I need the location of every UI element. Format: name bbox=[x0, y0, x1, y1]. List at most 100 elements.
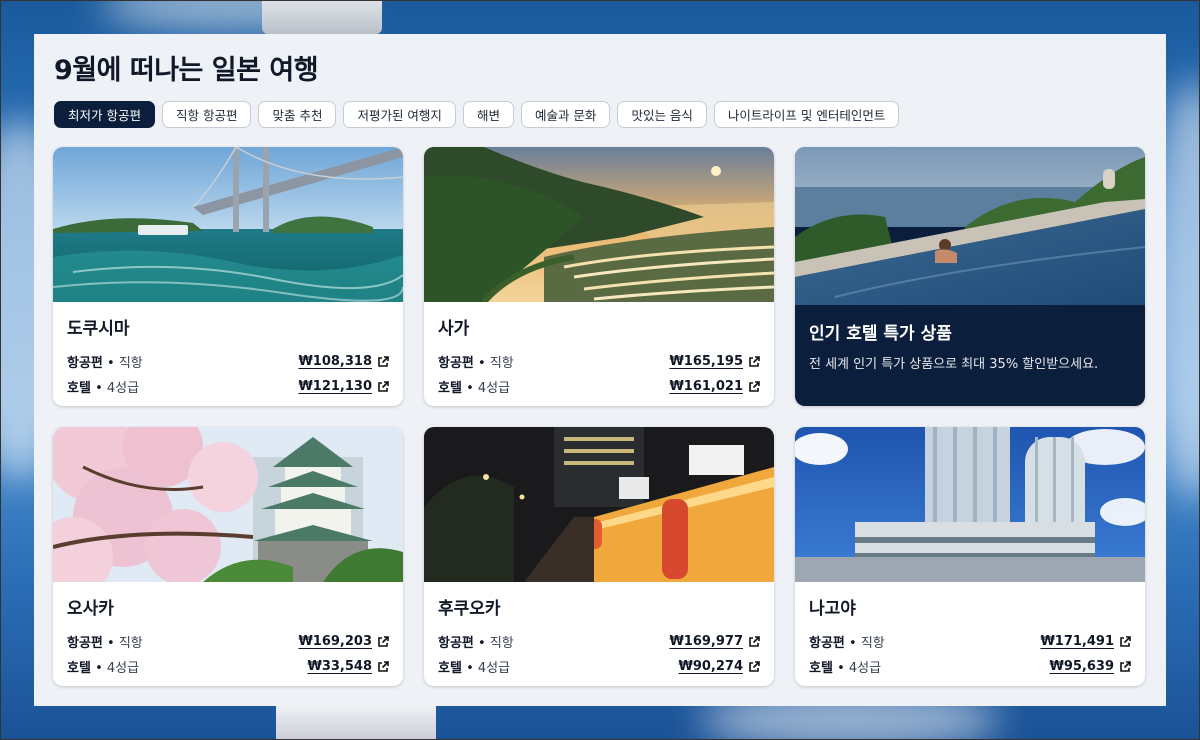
flight-label: 항공편 bbox=[67, 636, 103, 651]
flight-price-link[interactable]: ₩108,318 bbox=[298, 354, 389, 369]
chip-cheapest-flights[interactable]: 최저가 항공편 bbox=[54, 101, 155, 128]
external-link-icon bbox=[378, 380, 389, 392]
nagoya-image bbox=[795, 427, 1145, 582]
hotel-rating: 4성급 bbox=[848, 661, 882, 676]
chip-art-culture[interactable]: 예술과 문화 bbox=[520, 101, 611, 128]
infinity-pool-image bbox=[795, 147, 1145, 305]
external-link-icon bbox=[749, 635, 760, 647]
page-title: 9월에 떠나는 일본 여행 bbox=[54, 55, 319, 86]
external-link-icon bbox=[749, 660, 760, 672]
promo-card-hotel-deals[interactable]: 인기 호텔 특가 상품 전 세계 인기 특가 상품으로 최대 35% 할인받으세… bbox=[795, 147, 1145, 406]
travel-panel: 9월에 떠나는 일본 여행 최저가 항공편 직항 항공편 맞춤 추천 저평가된 … bbox=[34, 34, 1166, 706]
background-object-top bbox=[262, 0, 382, 34]
hotel-price: ₩161,021 bbox=[669, 379, 743, 394]
fukuoka-image bbox=[424, 427, 774, 582]
separator: • bbox=[849, 636, 861, 651]
chip-underrated[interactable]: 저평가된 여행지 bbox=[343, 101, 456, 128]
hotel-rating: 4성급 bbox=[477, 381, 511, 396]
category-chips: 최저가 항공편 직항 항공편 맞춤 추천 저평가된 여행지 해변 예술과 문화 … bbox=[54, 101, 900, 128]
promo-title: 인기 호텔 특가 상품 bbox=[809, 324, 952, 344]
hotel-price-link[interactable]: ₩161,021 bbox=[669, 379, 760, 394]
hotel-price: ₩90,274 bbox=[678, 659, 743, 674]
external-link-icon bbox=[378, 660, 389, 672]
separator: • bbox=[107, 636, 119, 651]
external-link-icon bbox=[1120, 660, 1131, 672]
separator: • bbox=[107, 356, 119, 371]
separator: • bbox=[478, 636, 490, 651]
hotel-price-link[interactable]: ₩33,548 bbox=[307, 659, 389, 674]
hotel-price: ₩33,548 bbox=[307, 659, 372, 674]
destination-card-osaka[interactable]: 오사카 항공편 • 직항 ₩169,203 호텔 • 4성급 ₩33,548 bbox=[53, 427, 403, 686]
hotel-row: 호텔 • 4성급 ₩161,021 bbox=[438, 374, 760, 399]
destination-card-saga[interactable]: 사가 항공편 • 직항 ₩165,195 호텔 • 4성급 ₩161,021 bbox=[424, 147, 774, 406]
city-name: 도쿠시마 bbox=[67, 319, 130, 339]
chip-nightlife[interactable]: 나이트라이프 및 엔터테인먼트 bbox=[713, 101, 900, 128]
hotel-price-link[interactable]: ₩121,130 bbox=[298, 379, 389, 394]
flight-label: 항공편 bbox=[438, 356, 474, 371]
hotel-label: 호텔 bbox=[67, 661, 91, 676]
separator: • bbox=[466, 661, 478, 676]
flight-row: 항공편 • 직항 ₩108,318 bbox=[67, 349, 389, 374]
separator: • bbox=[466, 381, 478, 396]
hotel-rating: 4성급 bbox=[106, 661, 140, 676]
hotel-row: 호텔 • 4성급 ₩95,639 bbox=[809, 654, 1131, 679]
hotel-row: 호텔 • 4성급 ₩33,548 bbox=[67, 654, 389, 679]
flight-price-link[interactable]: ₩169,203 bbox=[298, 634, 389, 649]
hotel-price: ₩121,130 bbox=[298, 379, 372, 394]
flight-row: 항공편 • 직항 ₩165,195 bbox=[438, 349, 760, 374]
flight-price: ₩169,977 bbox=[669, 634, 743, 649]
chip-food[interactable]: 맛있는 음식 bbox=[617, 101, 707, 128]
separator: • bbox=[95, 381, 107, 396]
background-object-bottom bbox=[276, 706, 436, 740]
city-name: 나고야 bbox=[809, 599, 856, 619]
flight-price-link[interactable]: ₩165,195 bbox=[669, 354, 760, 369]
flight-price-link[interactable]: ₩169,977 bbox=[669, 634, 760, 649]
hotel-label: 호텔 bbox=[438, 381, 462, 396]
hotel-price-link[interactable]: ₩95,639 bbox=[1049, 659, 1131, 674]
external-link-icon bbox=[749, 380, 760, 392]
external-link-icon bbox=[378, 355, 389, 367]
hotel-row: 호텔 • 4성급 ₩121,130 bbox=[67, 374, 389, 399]
destination-card-tokushima[interactable]: 도쿠시마 항공편 • 직항 ₩108,318 호텔 • 4성급 ₩121,130 bbox=[53, 147, 403, 406]
hotel-price-link[interactable]: ₩90,274 bbox=[678, 659, 760, 674]
flight-type: 직항 bbox=[860, 636, 885, 651]
chip-recommended[interactable]: 맞춤 추천 bbox=[258, 101, 337, 128]
external-link-icon bbox=[378, 635, 389, 647]
tokushima-image bbox=[53, 147, 403, 302]
separator: • bbox=[837, 661, 849, 676]
flight-row: 항공편 • 직항 ₩169,977 bbox=[438, 629, 760, 654]
hotel-label: 호텔 bbox=[67, 381, 91, 396]
flight-row: 항공편 • 직항 ₩169,203 bbox=[67, 629, 389, 654]
destination-card-nagoya[interactable]: 나고야 항공편 • 직항 ₩171,491 호텔 • 4성급 ₩95,639 bbox=[795, 427, 1145, 686]
hotel-rating: 4성급 bbox=[106, 381, 140, 396]
destination-grid: 도쿠시마 항공편 • 직항 ₩108,318 호텔 • 4성급 ₩121,130… bbox=[53, 147, 1145, 686]
osaka-image bbox=[53, 427, 403, 582]
hotel-price: ₩95,639 bbox=[1049, 659, 1114, 674]
hotel-row: 호텔 • 4성급 ₩90,274 bbox=[438, 654, 760, 679]
city-name: 오사카 bbox=[67, 599, 114, 619]
flight-label: 항공편 bbox=[67, 356, 103, 371]
flight-type: 직항 bbox=[118, 636, 143, 651]
flight-price: ₩165,195 bbox=[669, 354, 743, 369]
chip-beach[interactable]: 해변 bbox=[462, 101, 514, 128]
promo-description: 전 세계 인기 특가 상품으로 최대 35% 할인받으세요. bbox=[809, 357, 1099, 372]
city-name: 후쿠오카 bbox=[438, 599, 501, 619]
flight-type: 직항 bbox=[118, 356, 143, 371]
chip-direct-flights[interactable]: 직항 항공편 bbox=[161, 101, 252, 128]
hotel-label: 호텔 bbox=[809, 661, 833, 676]
city-name: 사가 bbox=[438, 319, 470, 339]
separator: • bbox=[95, 661, 107, 676]
flight-price-link[interactable]: ₩171,491 bbox=[1040, 634, 1131, 649]
destination-card-fukuoka[interactable]: 후쿠오카 항공편 • 직항 ₩169,977 호텔 • 4성급 ₩90,274 bbox=[424, 427, 774, 686]
hotel-label: 호텔 bbox=[438, 661, 462, 676]
flight-type: 직항 bbox=[489, 636, 514, 651]
flight-type: 직항 bbox=[489, 356, 514, 371]
separator: • bbox=[478, 356, 490, 371]
flight-label: 항공편 bbox=[438, 636, 474, 651]
flight-label: 항공편 bbox=[809, 636, 845, 651]
flight-price: ₩108,318 bbox=[298, 354, 372, 369]
saga-image bbox=[424, 147, 774, 302]
external-link-icon bbox=[749, 355, 760, 367]
external-link-icon bbox=[1120, 635, 1131, 647]
flight-price: ₩171,491 bbox=[1040, 634, 1114, 649]
